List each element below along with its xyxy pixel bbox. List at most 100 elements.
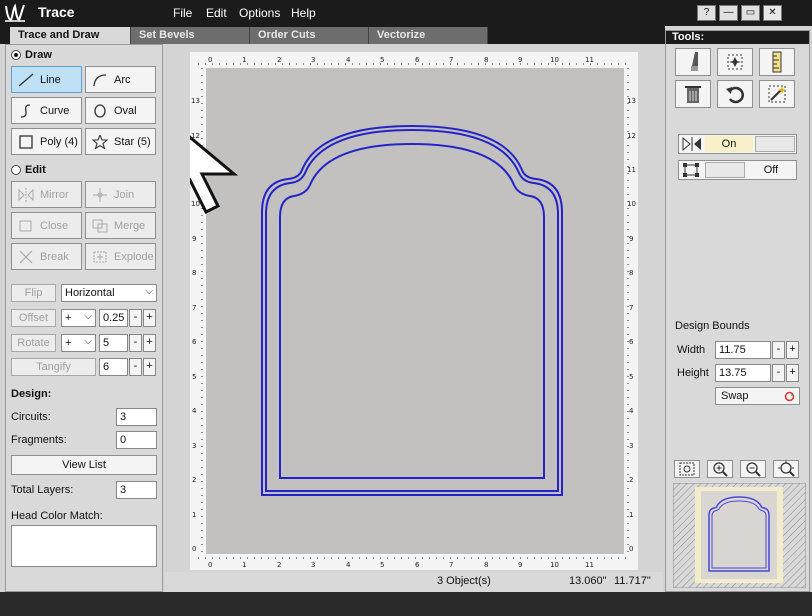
curve-tool-button[interactable]: Curve — [11, 97, 82, 124]
height-increment-button[interactable]: + — [786, 364, 799, 382]
ruler-y-label: 11 — [627, 166, 636, 174]
restore-button[interactable]: ▭ — [741, 5, 760, 21]
ruler-x-label: 10 — [550, 56, 559, 64]
chevron-down-icon: ⌵ — [145, 286, 153, 297]
oval-tool-button[interactable]: Oval — [85, 97, 156, 124]
menu-options[interactable]: Options — [239, 6, 280, 20]
node-select-icon — [727, 54, 743, 70]
bounds-toggle[interactable]: Off — [678, 160, 797, 180]
height-decrement-button[interactable]: - — [772, 364, 785, 382]
ruler-y-label: 1 — [629, 511, 633, 519]
edit-radio[interactable] — [11, 165, 21, 175]
close-tool-button[interactable]: Close — [11, 212, 82, 239]
mirror-toggle[interactable]: On — [678, 134, 797, 154]
merge-tool-button[interactable]: Merge — [85, 212, 156, 239]
mirror-toggle-on-label: On — [705, 136, 753, 152]
menu-edit[interactable]: Edit — [206, 6, 227, 20]
ruler-x-label: 5 — [380, 561, 384, 569]
arc-tool-button[interactable]: Arc — [85, 66, 156, 93]
chevron-down-icon: ⌵ — [84, 336, 92, 347]
ruler-y-label: 5 — [192, 373, 196, 381]
flip-button[interactable]: Flip — [11, 284, 56, 302]
offset-decrement-button[interactable]: - — [129, 309, 142, 327]
close-button[interactable]: ✕ — [763, 5, 782, 21]
bounds-toggle-knob — [705, 162, 745, 178]
width-increment-button[interactable]: + — [786, 341, 799, 359]
tab-order-cuts[interactable]: Order Cuts — [250, 27, 369, 44]
width-input[interactable]: 11.75 — [715, 341, 771, 359]
rotate-decrement-button[interactable]: - — [129, 334, 142, 352]
mirror-icon — [682, 137, 701, 151]
rotate-value-input[interactable]: 5 — [99, 334, 128, 352]
rotate-increment-button[interactable]: + — [143, 334, 156, 352]
offset-button[interactable]: Offset — [11, 309, 56, 327]
offset-increment-button[interactable]: + — [143, 309, 156, 327]
fragments-value: 0 — [116, 431, 157, 449]
tab-trace-and-draw[interactable]: Trace and Draw — [10, 27, 131, 44]
magic-wand-tool-button[interactable] — [759, 80, 795, 108]
app-title: Trace — [38, 4, 75, 20]
offset-sign-select[interactable]: + ⌵ — [61, 309, 96, 327]
zoom-in-button[interactable] — [707, 460, 733, 478]
swap-button[interactable]: Swap — [715, 387, 800, 405]
head-color-match-box[interactable] — [11, 525, 157, 567]
ruler-x-label: 9 — [518, 561, 522, 569]
ruler-y-label: 9 — [192, 235, 196, 243]
join-tool-button[interactable]: Join — [85, 181, 156, 208]
help-button[interactable]: ? — [697, 5, 716, 21]
tangify-value-input[interactable]: 6 — [99, 358, 128, 376]
poly-icon — [19, 134, 33, 149]
ruler-y-label: 1 — [192, 511, 196, 519]
ruler-y-label: 12 — [627, 132, 636, 140]
menu-help[interactable]: Help — [291, 6, 316, 20]
tab-vectorize[interactable]: Vectorize — [369, 27, 488, 44]
line-tool-button[interactable]: Line — [11, 66, 82, 93]
select-nodes-tool-button[interactable] — [717, 48, 753, 76]
ruler-y-label: 10 — [627, 200, 636, 208]
rotate-button[interactable]: Rotate — [11, 334, 56, 352]
flip-direction-value: Horizontal — [65, 287, 115, 299]
design-preview[interactable] — [673, 483, 806, 588]
minimize-button[interactable]: — — [719, 5, 738, 21]
edit-section[interactable]: Edit — [11, 164, 46, 176]
design-heading: Design: — [11, 388, 52, 400]
design-canvas[interactable]: 0 1 2 3 4 5 6 7 8 9 10 11 0 1 2 3 4 5 6 … — [190, 52, 638, 570]
break-icon — [19, 250, 33, 263]
ruler-y-label: 2 — [192, 476, 196, 484]
delete-tool-button[interactable] — [675, 80, 711, 108]
draw-radio[interactable] — [11, 50, 21, 60]
width-decrement-button[interactable]: - — [772, 341, 785, 359]
ruler-x-label: 8 — [484, 56, 488, 64]
rotate-sign-select[interactable]: + ⌵ — [61, 334, 96, 352]
poly-tool-button[interactable]: Poly (4) — [11, 128, 82, 155]
break-tool-button[interactable]: Break — [11, 243, 82, 270]
tab-set-bevels[interactable]: Set Bevels — [131, 27, 250, 44]
tangify-decrement-button[interactable]: - — [129, 358, 142, 376]
knife-tool-button[interactable] — [675, 48, 711, 76]
offset-value-input[interactable]: 0.25 — [99, 309, 128, 327]
height-input[interactable]: 13.75 — [715, 364, 771, 382]
tangify-increment-button[interactable]: + — [143, 358, 156, 376]
width-label: Width — [677, 344, 706, 356]
ruler-y-label: 4 — [192, 407, 197, 415]
mirror-tool-button[interactable]: Mirror — [11, 181, 82, 208]
draw-section[interactable]: Draw — [11, 49, 52, 61]
ruler-tool-button[interactable] — [759, 48, 795, 76]
ruler-y-label: 0 — [192, 545, 196, 553]
star-tool-button[interactable]: Star (5) — [85, 128, 156, 155]
ruler-x-label: 2 — [277, 561, 281, 569]
undo-tool-button[interactable] — [717, 80, 753, 108]
zoom-fit-button[interactable] — [674, 460, 700, 478]
zoom-actual-button[interactable] — [773, 460, 799, 478]
tangify-button[interactable]: Tangify — [11, 358, 96, 376]
flip-direction-select[interactable]: Horizontal ⌵ — [61, 284, 157, 302]
view-list-button[interactable]: View List — [11, 455, 157, 475]
zoom-out-button[interactable] — [740, 460, 766, 478]
draw-heading: Draw — [25, 49, 52, 61]
menu-file[interactable]: File — [173, 6, 192, 20]
trash-icon — [685, 86, 701, 103]
offset-sign-value: + — [65, 312, 72, 324]
explode-tool-button[interactable]: Explode — [85, 243, 156, 270]
ruler-x-label: 2 — [277, 56, 281, 64]
break-tool-label: Break — [40, 250, 69, 263]
